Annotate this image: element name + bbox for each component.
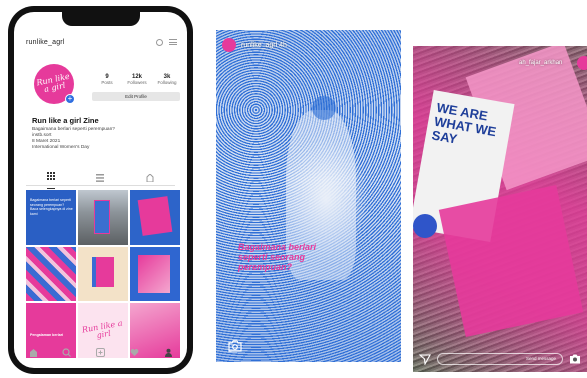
post-text: Bagaimana berlari seperti seorang peremp… — [30, 198, 73, 216]
story-header: runlike_agrl 4h — [222, 38, 287, 52]
post-logo: Run like a girl — [81, 318, 124, 340]
magazine-shape — [137, 196, 173, 236]
bottom-nav — [28, 346, 173, 358]
profile-avatar[interactable]: Run like a girl + — [34, 64, 75, 104]
story-avatar[interactable] — [577, 56, 587, 70]
story-shade — [216, 30, 401, 362]
pink-overlay-shape — [438, 184, 584, 338]
story-card-halftone[interactable]: runlike_agrl 4h Bagaimana berlari sepert… — [216, 30, 401, 362]
phone-notch — [61, 12, 140, 26]
tab-grid[interactable] — [46, 167, 55, 189]
phone-screen: runlike_agrl Run like a girl + 9 Posts 1… — [14, 12, 187, 368]
camera-icon[interactable] — [228, 340, 242, 352]
grid-post[interactable] — [130, 190, 180, 245]
profile-username[interactable]: runlike_agrl — [26, 39, 65, 46]
send-icon[interactable] — [419, 353, 431, 365]
profile-icon[interactable] — [163, 347, 173, 357]
profile-bio: Run like a girl Zine Bagaimana berlari s… — [32, 116, 177, 151]
edit-profile-button[interactable]: Edit Profile — [92, 92, 180, 101]
story-reply-bar: Send message — [419, 352, 581, 366]
bio-line: International Women's Day — [32, 145, 90, 150]
avatar-logo-text: Run like a girl — [35, 71, 71, 95]
heart-icon[interactable] — [129, 347, 139, 357]
poster-shape — [94, 200, 110, 234]
zine-shape — [138, 254, 170, 293]
activity-icon[interactable] — [156, 38, 163, 46]
stat-following[interactable]: 3k Following — [152, 74, 182, 85]
grid-post[interactable] — [130, 246, 180, 302]
camera-icon[interactable] — [569, 353, 581, 365]
profile-topbar: runlike_agrl — [26, 36, 177, 48]
story-reply-input[interactable]: Send message — [437, 353, 563, 365]
phone-frame: runlike_agrl Run like a girl + 9 Posts 1… — [8, 6, 193, 374]
story-card-collage[interactable]: WE ARE WHAT WE SAY ah_fajar_arkhan Send … — [413, 46, 587, 372]
stat-followers[interactable]: 12k Followers — [122, 74, 152, 85]
story-username[interactable]: runlike_agrl 4h — [241, 42, 287, 49]
stat-label: Following — [157, 80, 177, 85]
add-post-icon[interactable] — [96, 347, 106, 357]
home-icon[interactable] — [28, 347, 38, 357]
post-grid: Bagaimana berlari seperti seorang peremp… — [26, 190, 180, 358]
igtv-icon — [146, 172, 154, 182]
profile-tabs — [26, 167, 175, 189]
stat-posts[interactable]: 9 Posts — [92, 74, 122, 85]
blue-circle-shape — [413, 214, 437, 238]
tab-list[interactable] — [96, 169, 105, 187]
showcase-stage: runlike_agrl Run like a girl + 9 Posts 1… — [0, 0, 587, 378]
tab-igtv[interactable] — [146, 169, 154, 187]
add-story-icon[interactable]: + — [65, 94, 75, 104]
newspaper-headline: WE ARE WHAT WE SAY — [430, 99, 498, 147]
grid-post[interactable] — [26, 246, 76, 302]
story-username[interactable]: ah_fajar_arkhan — [519, 60, 562, 66]
story-header: ah_fajar_arkhan — [519, 60, 562, 66]
zine-shape — [92, 256, 114, 287]
story-avatar[interactable] — [222, 38, 236, 52]
grid-icon — [46, 171, 55, 180]
post-text: Pengalaman berlari — [30, 333, 64, 338]
topbar-icons — [156, 38, 177, 46]
story-quote: Bagaimana berlari seperti seorang peremp… — [238, 242, 317, 272]
menu-icon[interactable] — [169, 39, 177, 45]
grid-post[interactable]: Bagaimana berlari seperti seorang peremp… — [26, 190, 76, 245]
grid-post[interactable] — [78, 246, 128, 302]
list-icon — [96, 173, 105, 182]
profile-stats: 9 Posts 12k Followers 3k Following — [92, 74, 182, 85]
search-icon[interactable] — [62, 347, 72, 357]
stat-label: Followers — [127, 80, 147, 85]
bio-name: Run like a girl Zine — [32, 116, 99, 125]
grid-post[interactable] — [78, 190, 128, 245]
stat-label: Posts — [101, 80, 113, 85]
